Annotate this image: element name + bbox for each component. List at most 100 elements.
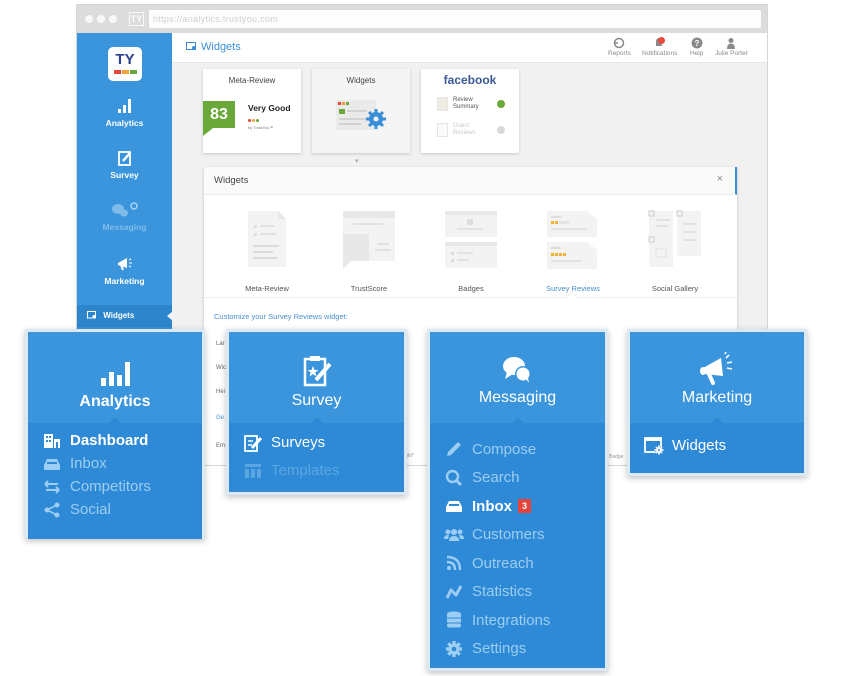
- menu-caret: [510, 417, 525, 424]
- sidebar-subitem-widgets[interactable]: Widgets: [77, 305, 173, 327]
- share-icon: [42, 501, 62, 519]
- sidebar-item-label: Survey: [110, 170, 139, 180]
- sidebar-subitem-label: Widgets: [103, 311, 135, 320]
- trustscore-thumbnail: [343, 211, 395, 269]
- tile-meta-review[interactable]: Meta-Review 83 Very Good by TrustYou™: [203, 69, 301, 153]
- check-icon: [497, 100, 505, 108]
- menu-item-settings[interactable]: Settings: [444, 635, 605, 664]
- bar-chart-icon: [117, 99, 131, 113]
- chevron-down-icon[interactable]: ▾: [355, 157, 359, 165]
- form-label-general: Ge: [216, 415, 225, 421]
- messaging-menu-items: Compose Search Inbox 3 Customers Outreac…: [430, 423, 605, 668]
- rating-dots: [248, 119, 259, 122]
- row-label: Review Summary: [453, 97, 479, 110]
- widget-option-meta-review[interactable]: Meta-Review: [217, 209, 317, 293]
- notifications-label: Notifications: [642, 50, 678, 57]
- database-icon: [444, 611, 464, 629]
- widget-icon: [87, 311, 96, 319]
- logo[interactable]: TY: [108, 47, 142, 81]
- menu-item-label: Social: [70, 501, 111, 518]
- widget-option-trustscore[interactable]: TrustScore: [319, 209, 419, 293]
- menu-item-integrations[interactable]: Integrations: [444, 606, 605, 635]
- help-button[interactable]: ? Help: [690, 37, 703, 57]
- window-dot[interactable]: [109, 15, 117, 23]
- menu-item-search[interactable]: Search: [444, 464, 605, 493]
- menu-item-customers[interactable]: Customers: [444, 521, 605, 550]
- messaging-menu-header[interactable]: Messaging: [430, 332, 605, 424]
- form-label-width: Wic: [216, 365, 226, 371]
- megaphone-icon: [700, 352, 733, 385]
- menu-caret: [108, 417, 122, 424]
- selection-caret: [566, 291, 578, 303]
- menu-item-templates[interactable]: Templates: [243, 459, 404, 482]
- form-label-height: Hei: [216, 389, 226, 395]
- user-name: Julie Porter: [715, 50, 748, 57]
- menu-item-label: Inbox: [70, 455, 107, 472]
- customize-heading: Customize your Survey Reviews widget:: [214, 312, 348, 321]
- unread-count-badge: 3: [518, 499, 532, 514]
- form-label-language: Lar: [216, 341, 225, 347]
- survey-reviews-thumbnail: [547, 211, 597, 269]
- form-label-embed: Em: [216, 443, 225, 449]
- menu-title: Survey: [291, 392, 342, 409]
- widget-option-badges[interactable]: Badges: [421, 209, 521, 293]
- menu-item-label: Surveys: [271, 434, 326, 451]
- menu-item-label: Outreach: [472, 554, 534, 572]
- rss-icon: [444, 554, 464, 572]
- logo-bar: [113, 70, 121, 74]
- menu-item-surveys[interactable]: Surveys: [243, 431, 404, 454]
- reports-label: Reports: [608, 50, 631, 57]
- page-title: Widgets: [186, 41, 241, 53]
- marketing-menu-header[interactable]: Marketing: [630, 332, 804, 424]
- widget-icon: [644, 436, 664, 455]
- menu-caret: [710, 417, 724, 424]
- menu-item-inbox[interactable]: Inbox 3: [444, 492, 605, 521]
- survey-menu-header[interactable]: Survey: [229, 332, 404, 424]
- analytics-menu-header[interactable]: Analytics: [28, 332, 202, 424]
- divider: [204, 297, 737, 298]
- megaphone-icon: [117, 258, 132, 271]
- reports-button[interactable]: Reports: [608, 37, 631, 57]
- sidebar-item-label: Messaging: [102, 222, 147, 232]
- sidebar-item-messaging[interactable]: Messaging: [77, 201, 172, 232]
- chat-bubbles-icon: [111, 202, 138, 217]
- svg-text:?: ?: [694, 39, 699, 48]
- menu-item-social[interactable]: Social: [42, 498, 202, 521]
- menu-item-inbox[interactable]: Inbox: [42, 452, 202, 475]
- line-chart-icon: [444, 583, 464, 601]
- truncated-field-text: Badge: [609, 454, 624, 460]
- user-menu[interactable]: Julie Porter: [715, 37, 748, 57]
- sidebar-item-marketing[interactable]: Marketing: [77, 255, 172, 286]
- logo-bar: [129, 70, 137, 74]
- widget-option-label: Social Gallery: [651, 284, 699, 293]
- sidebar-item-survey[interactable]: Survey: [77, 149, 172, 180]
- inbox-icon: [444, 497, 464, 515]
- messaging-menu: Messaging Compose Search Inbox 3 Custome…: [427, 329, 608, 671]
- url-bar[interactable]: https://analytics.trustyou.com: [149, 10, 761, 28]
- widget-option-social-gallery[interactable]: Social Gallery: [625, 209, 725, 293]
- menu-item-label: Competitors: [70, 478, 151, 495]
- bar-chart-icon: [101, 362, 130, 386]
- menu-item-dashboard[interactable]: Dashboard: [42, 429, 202, 452]
- menu-item-statistics[interactable]: Statistics: [444, 578, 605, 607]
- close-icon[interactable]: ×: [717, 173, 723, 185]
- score-badge-tail: [203, 128, 213, 136]
- menu-item-competitors[interactable]: Competitors: [42, 475, 202, 498]
- review-summary-thumbnail: [437, 97, 448, 111]
- menu-item-widgets[interactable]: Widgets: [644, 434, 804, 457]
- survey-menu-items: Surveys Templates: [229, 423, 404, 492]
- notifications-button[interactable]: Notifications: [642, 37, 677, 57]
- menu-title: Marketing: [681, 389, 753, 406]
- window-dot[interactable]: [97, 15, 105, 23]
- menu-item-compose[interactable]: Compose: [444, 435, 605, 464]
- tile-widgets[interactable]: Widgets: [312, 69, 410, 153]
- menu-item-outreach[interactable]: Outreach: [444, 549, 605, 578]
- menu-item-label: Statistics: [472, 583, 533, 601]
- notification-dot: [658, 37, 665, 44]
- window-dot[interactable]: [85, 15, 93, 23]
- menu-item-label: Widgets: [672, 437, 727, 454]
- sidebar-item-analytics[interactable]: Analytics: [77, 97, 172, 128]
- tile-facebook[interactable]: facebook Review Summary Guest Reviews: [421, 69, 519, 153]
- widget-option-survey-reviews[interactable]: Survey Reviews: [523, 209, 623, 293]
- menu-item-label: Templates: [271, 462, 340, 479]
